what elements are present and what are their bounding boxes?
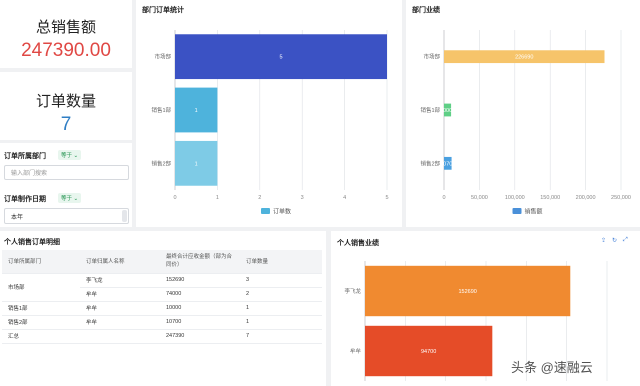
x-tick-label: 0 [173,195,176,201]
filter-panel: 订单所属部门 等于 ⌄ 输入部门搜索 订单制作日期 等于 ⌄ 本年 [0,143,132,227]
category-label: 市场部 [154,53,171,61]
table-cell: 1 [240,301,322,316]
x-tick-label: 1 [216,195,219,201]
x-tick-label: 3 [301,195,304,201]
table-row: 市场部 李飞龙 152690 3 [2,273,322,302]
filter-date-select[interactable]: 本年 [4,208,129,224]
filter-date-operator-text: 等于 [61,196,73,202]
x-tick-label: 150,000 [540,195,560,201]
dept-sales-chart: 0 50,000 100,000 150,000 200,000 250,000 市场部 22… [420,30,631,216]
table-row: 销售1部 牟牟 10000 1 [2,301,322,316]
personal-sales-chart: 030,00060,00090,000120,000150,000180,000… [344,261,608,381]
x-tick-label: 5 [385,195,388,201]
detail-table: 订单所属部门 订单归属人名称 最终合计应收金额（部为合同价） 订单数量 市场部 … [2,250,322,344]
dept-orders-panel: 部门订单统计 0 1 2 3 4 5 市场部 5 销售1部 1 销售2部 1 订单数 [136,0,402,227]
table-cell: 152690 [160,273,240,288]
data-label: 1 [195,161,198,167]
dept-orders-chart: 0 1 2 3 4 5 市场部 5 销售1部 1 销售2部 1 订单数 [151,30,389,216]
table-cell [80,329,160,344]
data-label: 5 [279,55,282,61]
legend-swatch [512,208,522,214]
x-tick-label: 0 [442,195,445,201]
table-header-cell: 订单归属人名称 [80,250,160,274]
personal-sales-panel: 个人销售业绩 ⇪ ↻ ⤢ 030,00060,00090,000120,0001… [331,231,640,386]
table-cell: 7 [240,329,322,344]
filter-dept-operator[interactable]: 等于 ⌄ [58,150,82,160]
category-label: 市场部 [423,53,440,61]
filter-dept-search-input[interactable]: 输入部门搜索 [4,165,129,180]
table-cell: 销售2部 [2,315,80,330]
data-label: 226690 [515,55,533,61]
filter-dept-placeholder: 输入部门搜索 [11,171,48,177]
table-header-cell: 最终合计应收金额（部为合同价） [160,250,240,274]
category-label: 李飞龙 [344,287,361,295]
x-tick-label: 2 [258,195,261,201]
category-label: 销售1部 [420,106,440,114]
table-cell: 3 [240,273,322,288]
table-cell: 10700 [160,315,240,330]
table-cell: 2 [240,287,322,302]
table-cell: 市场部 [2,273,80,302]
kpi-total-sales-card: 总销售额 247390.00 [0,0,132,68]
filter-dept-label: 订单所属部门 [4,153,46,160]
kpi-order-count-card: 订单数量 7 [0,72,132,140]
table-header-cell: 订单数量 [240,250,322,274]
table-header-cell: 订单所属部门 [2,250,80,274]
kpi-order-count-title: 订单数量 [35,93,96,110]
detail-table-title: 个人销售订单明细 [4,239,60,246]
table-cell: 1 [240,315,322,330]
table-cell: 牟牟 [80,301,160,316]
table-cell: 10000 [160,301,240,316]
table-row: 销售2部 牟牟 10700 1 [2,315,322,330]
table-cell: 汇总 [2,329,80,344]
data-label: 10000 [440,108,455,114]
x-tick-label: 100,000 [505,195,525,201]
category-label: 销售2部 [420,159,440,167]
filter-dept-operator-text: 等于 [61,153,73,159]
table-cell: 247390 [160,329,240,344]
kpi-total-sales-value: 247390.00 [21,40,111,61]
table-cell: 牟牟 [80,287,160,302]
detail-table-panel: 个人销售订单明细 订单所属部门 订单归属人名称 最终合计应收金额（部为合同价） … [0,231,326,386]
x-tick-label: 50,000 [471,195,488,201]
dept-sales-panel: 部门业绩 0 50,000 100,000 150,000 200,000 250,000… [406,0,640,227]
filter-date-label: 订单制作日期 [4,196,46,203]
legend-label: 订单数 [273,208,291,216]
chevron-down-icon: ⌄ [73,196,79,202]
data-label: 1 [195,108,198,114]
data-label: 94700 [421,349,436,355]
scrollbar[interactable] [122,210,127,222]
kpi-order-count-value: 7 [60,114,72,135]
x-tick-label: 250,000 [611,195,631,201]
table-summary-row: 汇总 247390 7 [2,329,322,344]
filter-date-value: 本年 [11,214,24,221]
watermark: 头条 @速融云 [511,360,593,375]
data-label: 10700 [440,161,455,167]
category-label: 牟牟 [350,347,362,355]
kpi-total-sales-title: 总销售额 [35,19,96,36]
category-label: 销售2部 [151,159,171,167]
legend-label: 销售额 [525,208,543,216]
filter-date-operator[interactable]: 等于 ⌄ [58,193,82,203]
data-label: 152690 [458,289,476,295]
table-cell: 李飞龙 [80,273,160,288]
chevron-down-icon: ⌄ [73,153,79,159]
category-label: 销售1部 [151,106,171,114]
table-header-row: 订单所属部门 订单归属人名称 最终合计应收金额（部为合同价） 订单数量 [2,250,322,274]
x-tick-label: 4 [343,195,346,201]
x-tick-label: 200,000 [576,195,596,201]
legend-swatch [261,208,270,214]
table-cell: 74000 [160,287,240,302]
table-cell: 销售1部 [2,301,80,316]
table-cell: 牟牟 [80,315,160,330]
